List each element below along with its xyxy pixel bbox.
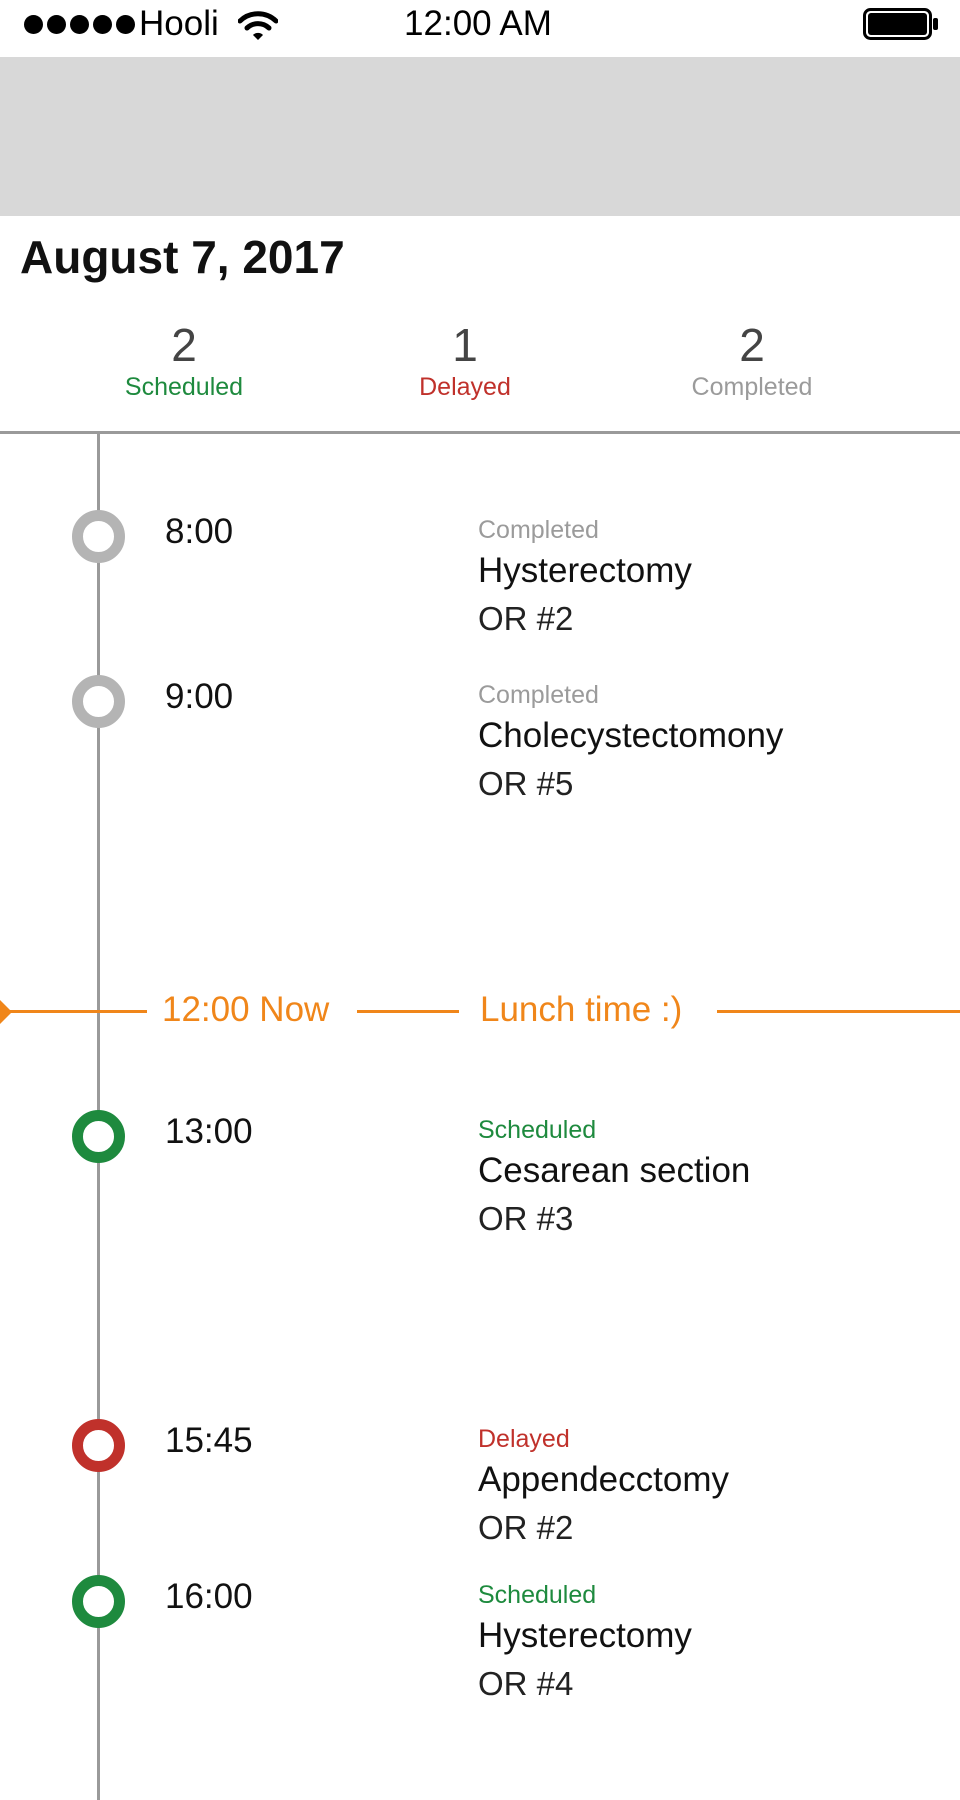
event-status: Completed xyxy=(478,516,599,544)
battery-icon xyxy=(863,8,938,40)
summary-delayed[interactable]: 1 Delayed xyxy=(355,318,575,402)
summary-count: 1 xyxy=(452,319,478,371)
event-status: Delayed xyxy=(478,1425,570,1453)
status-clock: 12:00 AM xyxy=(404,4,552,43)
event-status-dot-delayed xyxy=(72,1419,125,1472)
now-line-segment xyxy=(0,1010,147,1013)
summary-label: Scheduled xyxy=(124,373,244,401)
event-room: OR #5 xyxy=(478,765,574,802)
summary-count: 2 xyxy=(171,319,197,371)
summary-divider xyxy=(0,431,960,434)
event-time: 13:00 xyxy=(165,1112,253,1151)
header-banner xyxy=(0,57,960,216)
event-status: Scheduled xyxy=(478,1581,597,1609)
event-time: 9:00 xyxy=(165,677,234,716)
now-line-segment xyxy=(717,1010,960,1013)
page-title: August 7, 2017 xyxy=(20,231,345,283)
event-time: 8:00 xyxy=(165,512,234,551)
summary-completed[interactable]: 2 Completed xyxy=(642,318,862,402)
event-procedure[interactable]: Hysterectomy xyxy=(478,551,692,591)
event-time: 15:45 xyxy=(165,1421,253,1460)
event-room: OR #2 xyxy=(478,600,574,637)
summary-label: Completed xyxy=(691,373,813,401)
summary-scheduled[interactable]: 2 Scheduled xyxy=(74,318,294,402)
summary-count: 2 xyxy=(739,319,765,371)
event-status-dot-completed xyxy=(72,675,125,728)
event-status: Scheduled xyxy=(478,1116,597,1144)
event-time: 16:00 xyxy=(165,1577,253,1616)
event-status-dot-scheduled xyxy=(72,1110,125,1163)
status-bar: Hooli 12:00 AM xyxy=(0,0,960,57)
now-line-segment xyxy=(357,1010,459,1013)
event-room: OR #2 xyxy=(478,1509,574,1546)
event-room: OR #3 xyxy=(478,1200,574,1237)
event-status: Completed xyxy=(478,681,599,709)
summary-label: Delayed xyxy=(419,373,511,401)
event-procedure[interactable]: Appendecctomy xyxy=(478,1460,729,1500)
now-time-label: 12:00 Now xyxy=(162,990,330,1029)
now-note: Lunch time :) xyxy=(480,990,683,1029)
event-procedure[interactable]: Cesarean section xyxy=(478,1151,750,1191)
event-status-dot-completed xyxy=(72,510,125,563)
event-procedure[interactable]: Cholecystectomony xyxy=(478,716,783,756)
event-room: OR #4 xyxy=(478,1665,574,1702)
event-procedure[interactable]: Hysterectomy xyxy=(478,1616,692,1656)
event-status-dot-scheduled xyxy=(72,1575,125,1628)
